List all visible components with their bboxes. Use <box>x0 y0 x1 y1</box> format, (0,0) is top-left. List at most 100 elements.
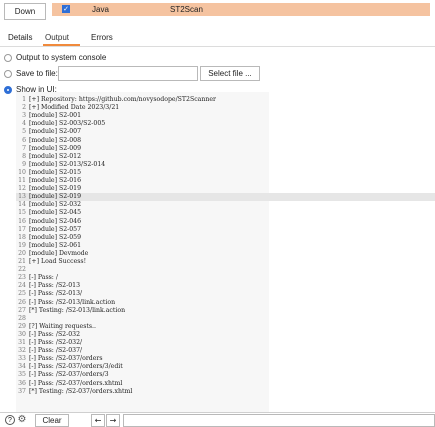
console-line: 25 [-] Pass: /S2-013/ <box>16 290 435 298</box>
console-line: 2 [+] Modified Date 2023/3/21 <box>16 104 435 112</box>
line-number: 23 <box>18 274 26 282</box>
console-line-text: [*] Testing: /S2-037/orders.xhtml <box>29 387 133 395</box>
console-line: 11 [module] S2-016 <box>16 177 435 185</box>
clear-button[interactable]: Clear <box>35 414 69 427</box>
line-number: 7 <box>22 144 26 152</box>
console-line: 24 [-] Pass: /S2-013 <box>16 282 435 290</box>
extension-type: Java <box>92 5 109 14</box>
radio-save-to-file[interactable] <box>4 70 12 78</box>
console-line-text: [+] Repository: https://github.com/novys… <box>29 96 216 103</box>
gear-icon[interactable]: ⚙ <box>17 415 27 425</box>
console-line: 8 [module] S2-012 <box>16 153 435 161</box>
line-number: 11 <box>18 177 26 184</box>
console-line: 6 [module] S2-008 <box>16 137 435 145</box>
console-line-text: [module] S2-008 <box>29 136 82 144</box>
console-line-text: [*] Testing: /S2-013/link.action <box>29 306 126 314</box>
extension-enabled-checkbox[interactable]: ✓ <box>62 5 70 13</box>
console-line-text: [?] Waiting requests.. <box>29 322 96 330</box>
top-bar: Down ✓ Java ST2Scan <box>0 0 435 20</box>
console-line-text: [module] S2-001 <box>29 112 82 120</box>
extension-name: ST2Scan <box>170 5 203 14</box>
console-line: 13 [module] S2-019 <box>16 193 435 202</box>
console-line: 5 [module] S2-007 <box>16 128 435 136</box>
active-tab-indicator <box>43 44 80 46</box>
line-number: 25 <box>18 290 26 298</box>
output-console[interactable]: 1 [+] Repository: https://github.com/novy… <box>16 92 435 412</box>
select-file-button[interactable]: Select file ... <box>200 66 260 81</box>
tab-details[interactable]: Details <box>8 32 32 44</box>
console-line-text: [-] Pass: /S2-032 <box>29 330 81 338</box>
console-line-text: [module] S2-007 <box>29 128 82 136</box>
line-number: 33 <box>18 355 26 363</box>
console-line: 31 [-] Pass: /S2-032/ <box>16 339 435 347</box>
console-line-text: [+] Modified Date 2023/3/21 <box>29 104 120 112</box>
line-number: 3 <box>22 112 26 120</box>
console-line: 22 <box>16 266 435 274</box>
console-line: 14 [module] S2-032 <box>16 201 435 209</box>
console-line-text: [module] S2-016 <box>29 177 82 184</box>
forward-arrow-icon[interactable]: → <box>106 414 120 427</box>
console-line: 10 [module] S2-015 <box>16 169 435 177</box>
console-line-text: [module] Devmode <box>29 249 89 257</box>
option-system-console[interactable]: Output to system console <box>4 52 106 63</box>
console-line-text: [+] Load Success! <box>29 258 87 265</box>
console-line: 28 <box>16 315 435 323</box>
line-number: 32 <box>18 347 26 355</box>
radio-system-console[interactable] <box>4 54 12 62</box>
down-button[interactable]: Down <box>4 3 46 20</box>
console-line: 32 [-] Pass: /S2-037/ <box>16 347 435 355</box>
line-number: 27 <box>18 306 26 314</box>
console-line-text: [-] Pass: /S2-037/orders/3 <box>29 371 109 379</box>
console-line: 18 [module] S2-059 <box>16 234 435 242</box>
extension-row[interactable]: ✓ Java ST2Scan <box>52 3 430 16</box>
option-label: Save to file: <box>16 69 58 78</box>
console-line: 7 [module] S2-009 <box>16 145 435 153</box>
line-number: 35 <box>18 371 26 379</box>
line-number: 9 <box>22 160 26 168</box>
tab-errors[interactable]: Errors <box>91 32 113 44</box>
line-number: 8 <box>22 152 26 160</box>
line-number: 17 <box>18 225 26 233</box>
search-input[interactable] <box>123 414 435 427</box>
console-line-text: [module] S2-012 <box>29 152 82 160</box>
console-line: 20 [module] Devmode <box>16 250 435 258</box>
line-number: 18 <box>18 233 26 241</box>
line-number: 16 <box>18 217 26 225</box>
line-number: 1 <box>22 96 26 103</box>
line-number: 13 <box>18 193 26 201</box>
line-number: 10 <box>18 168 26 176</box>
line-number: 14 <box>18 201 26 209</box>
line-number: 30 <box>18 330 26 338</box>
console-line: 29 [?] Waiting requests.. <box>16 323 435 331</box>
back-arrow-icon[interactable]: ← <box>91 414 105 427</box>
console-line: 15 [module] S2-045 <box>16 209 435 217</box>
console-line-text: [module] S2-046 <box>29 217 82 225</box>
console-line: 19 [module] S2-061 <box>16 242 435 250</box>
console-line: 30 [-] Pass: /S2-032 <box>16 331 435 339</box>
console-line-text: [module] S2-013/S2-014 <box>29 160 106 168</box>
line-number: 12 <box>18 185 26 193</box>
line-number: 6 <box>22 136 26 144</box>
option-label: Output to system console <box>16 53 107 62</box>
file-path-input[interactable] <box>58 66 198 81</box>
console-line: 4 [module] S2-003/S2-005 <box>16 120 435 128</box>
console-line: 3 [module] S2-001 <box>16 112 435 120</box>
line-number: 26 <box>18 298 26 306</box>
line-number: 37 <box>18 387 26 395</box>
line-number: 34 <box>18 363 26 371</box>
line-number: 28 <box>18 314 26 322</box>
console-line-text: [-] Pass: /S2-013 <box>29 282 81 290</box>
console-line-text: [-] Pass: /S2-037/orders <box>29 355 103 363</box>
console-line: 34 [-] Pass: /S2-037/orders/3/edit <box>16 363 435 371</box>
radio-show-in-ui[interactable] <box>4 86 12 94</box>
console-line: 35 [-] Pass: /S2-037/orders/3 <box>16 371 435 379</box>
help-icon[interactable]: ? <box>5 415 15 425</box>
line-number: 19 <box>18 241 26 249</box>
option-save-to-file[interactable]: Save to file: <box>4 68 58 79</box>
console-line-text: [-] Pass: /S2-013/link.action <box>29 298 116 306</box>
line-number: 24 <box>18 282 26 290</box>
line-number: 5 <box>22 128 26 136</box>
tab-output[interactable]: Output <box>45 32 69 44</box>
console-line-text: [-] Pass: /S2-013/ <box>29 290 83 298</box>
console-line: 17 [module] S2-057 <box>16 226 435 234</box>
